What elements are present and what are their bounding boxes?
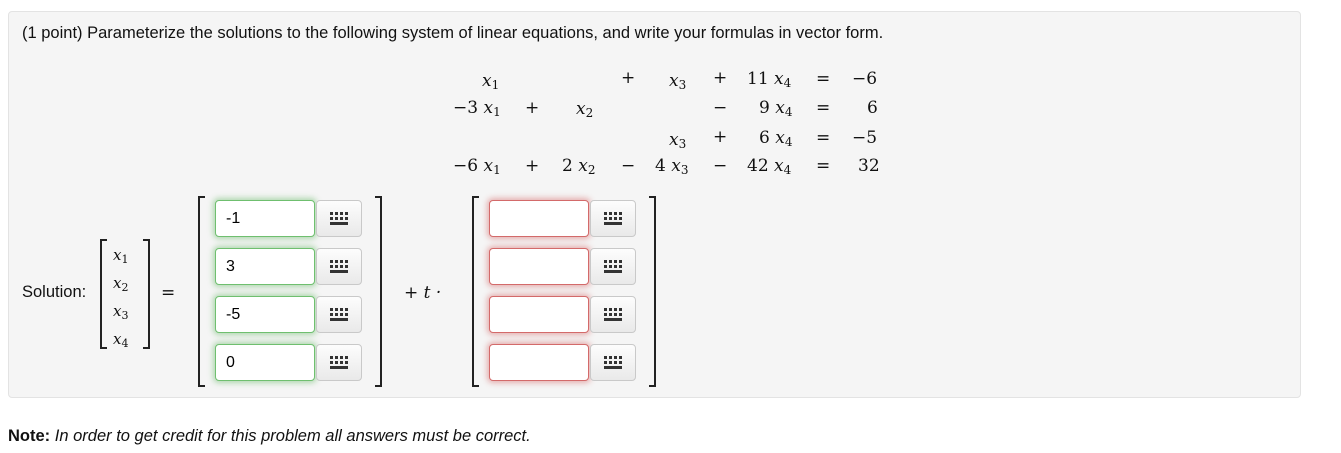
eq1-op4: + bbox=[713, 68, 728, 88]
keyboard-icon bbox=[330, 355, 348, 369]
eq2-x2: x2 bbox=[576, 99, 594, 120]
eq3-c4: 6 x4 bbox=[759, 128, 793, 149]
note-text: In order to get credit for this problem … bbox=[54, 427, 531, 445]
eq2-c1: −3 x1 bbox=[453, 98, 501, 119]
solution-equals: = bbox=[161, 283, 176, 303]
x-vector-left-bracket bbox=[100, 239, 107, 349]
eq2-c4: 9 x4 bbox=[759, 98, 793, 119]
keyboard-button-direction-2[interactable] bbox=[590, 248, 636, 285]
eq2-op2: + bbox=[525, 98, 540, 118]
eq4-c4: 42 x4 bbox=[747, 156, 792, 177]
keyboard-icon bbox=[330, 259, 348, 273]
note: Note: In order to get credit for this pr… bbox=[8, 427, 531, 446]
problem-panel: (1 point) Parameterize the solutions to … bbox=[8, 11, 1301, 398]
eq3-op4: + bbox=[713, 127, 728, 147]
keyboard-icon bbox=[604, 259, 622, 273]
eq3-x3: x3 bbox=[669, 130, 687, 151]
eq1-op3: + bbox=[621, 68, 636, 88]
direction-left-bracket bbox=[472, 196, 479, 387]
particular-right-bracket bbox=[375, 196, 382, 387]
plus-t-label: + t · bbox=[404, 283, 442, 303]
eq1-equals: = bbox=[816, 69, 831, 89]
x4-entry: x4 bbox=[113, 330, 129, 350]
solution-label: Solution: bbox=[22, 283, 87, 301]
eq4-c3: 4 x3 bbox=[655, 156, 689, 177]
x-vector-right-bracket bbox=[143, 239, 150, 349]
eq2-equals: = bbox=[816, 98, 831, 118]
eq2-rhs: 6 bbox=[867, 98, 878, 118]
eq4-c2: 2 x2 bbox=[562, 156, 596, 177]
eq4-rhs: 32 bbox=[858, 156, 880, 176]
eq3-rhs: −5 bbox=[852, 128, 878, 148]
eq4-op2: + bbox=[525, 156, 540, 176]
particular-entry-3[interactable] bbox=[215, 296, 315, 333]
keyboard-button-direction-3[interactable] bbox=[590, 296, 636, 333]
direction-entry-3[interactable] bbox=[489, 296, 589, 333]
keyboard-button-direction-1[interactable] bbox=[590, 200, 636, 237]
particular-entry-1[interactable] bbox=[215, 200, 315, 237]
particular-left-bracket bbox=[198, 196, 205, 387]
keyboard-button-particular-3[interactable] bbox=[316, 296, 362, 333]
keyboard-button-direction-4[interactable] bbox=[590, 344, 636, 381]
eq2-op4: − bbox=[713, 98, 728, 118]
keyboard-icon bbox=[330, 307, 348, 321]
eq1-x1: x1 bbox=[482, 71, 500, 92]
eq1-rhs: −6 bbox=[852, 69, 878, 89]
problem-statement: (1 point) Parameterize the solutions to … bbox=[22, 24, 884, 42]
eq4-op3: − bbox=[621, 156, 636, 176]
keyboard-button-particular-2[interactable] bbox=[316, 248, 362, 285]
direction-entry-2[interactable] bbox=[489, 248, 589, 285]
keyboard-button-particular-4[interactable] bbox=[316, 344, 362, 381]
eq4-c1: −6 x1 bbox=[453, 156, 501, 177]
keyboard-icon bbox=[330, 211, 348, 225]
direction-right-bracket bbox=[649, 196, 656, 387]
direction-entry-1[interactable] bbox=[489, 200, 589, 237]
particular-entry-2[interactable] bbox=[215, 248, 315, 285]
keyboard-icon bbox=[604, 211, 622, 225]
keyboard-icon bbox=[604, 307, 622, 321]
eq3-equals: = bbox=[816, 128, 831, 148]
eq4-op4: − bbox=[713, 156, 728, 176]
note-label: Note: bbox=[8, 427, 51, 445]
eq4-equals: = bbox=[816, 156, 831, 176]
keyboard-icon bbox=[604, 355, 622, 369]
x2-entry: x2 bbox=[113, 274, 129, 294]
eq1-x3: x3 bbox=[669, 71, 687, 92]
x3-entry: x3 bbox=[113, 302, 129, 322]
keyboard-button-particular-1[interactable] bbox=[316, 200, 362, 237]
direction-entry-4[interactable] bbox=[489, 344, 589, 381]
particular-entry-4[interactable] bbox=[215, 344, 315, 381]
x1-entry: x1 bbox=[113, 246, 129, 266]
eq1-c4: 11 x4 bbox=[747, 69, 792, 90]
